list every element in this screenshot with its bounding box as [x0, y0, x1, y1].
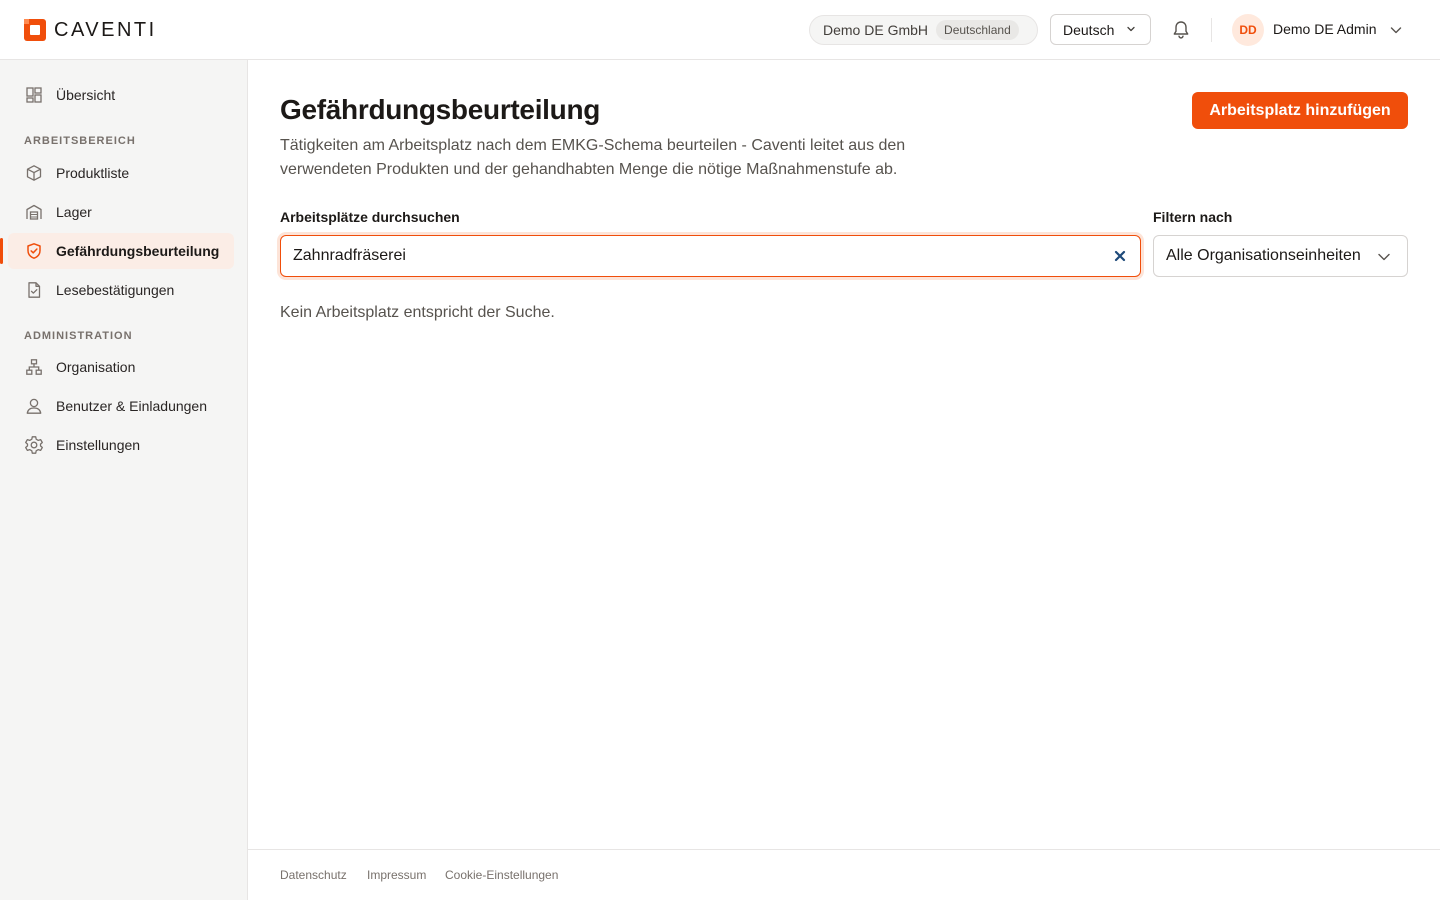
bell-icon[interactable] [1170, 19, 1192, 41]
search-input[interactable] [293, 236, 1103, 275]
chevron-down-icon [1127, 26, 1135, 32]
chevron-down-icon[interactable] [1389, 23, 1403, 37]
sidebar-item-label: Benutzer & Einladungen [56, 398, 207, 414]
box-icon [24, 163, 44, 183]
org-name: Demo DE GmbH [823, 22, 929, 38]
shield-check-icon [24, 241, 44, 261]
filter-value: Alle Organisationseinheiten [1166, 247, 1361, 264]
section-label-work: ARBEITSBEREICH [24, 135, 136, 147]
sidebar-item-label: Organisation [56, 359, 136, 375]
search-label: Arbeitsplätze durchsuchen [280, 209, 460, 225]
logo-icon [24, 19, 46, 41]
sidebar-item-products[interactable]: Produktliste [8, 155, 234, 191]
sidebar-item-overview[interactable]: Übersicht [8, 77, 234, 113]
sidebar-item-settings[interactable]: Einstellungen [8, 427, 234, 463]
document-check-icon [24, 280, 44, 300]
footer-link-imprint[interactable]: Impressum [367, 868, 426, 882]
user-name[interactable]: Demo DE Admin [1273, 21, 1376, 37]
sidebar-item-label: Produktliste [56, 165, 130, 181]
sidebar-item-label: Gefährdungsbeurteilung [56, 243, 220, 259]
sidebar: Übersicht ARBEITSBEREICH Produktliste La… [0, 60, 248, 900]
sidebar-item-label: Lesebestätigungen [56, 282, 175, 298]
user-icon [24, 396, 44, 416]
page-description: Tätigkeiten am Arbeitsplatz nach dem EMK… [280, 137, 906, 178]
dashboard-icon [24, 85, 44, 105]
header-divider [1211, 18, 1212, 42]
sidebar-item-label: Lager [56, 204, 92, 220]
organization-switcher[interactable]: Demo DE GmbH Deutschland [809, 15, 1038, 45]
sidebar-item-read-confirmations[interactable]: Lesebestätigungen [8, 272, 234, 308]
avatar[interactable]: DD [1232, 14, 1264, 46]
filter-select[interactable]: Alle Organisationseinheiten [1153, 235, 1408, 277]
add-workplace-button[interactable]: Arbeitsplatz hinzufügen [1192, 92, 1408, 129]
sidebar-item-risk-assessment[interactable]: Gefährdungsbeurteilung [0, 233, 234, 269]
page-title: Gefährdungsbeurteilung [280, 94, 601, 125]
search-field[interactable] [280, 235, 1141, 277]
gear-icon [24, 435, 44, 455]
sidebar-item-label: Einstellungen [56, 437, 141, 453]
clear-icon[interactable] [1112, 248, 1128, 264]
sidebar-item-label: Übersicht [56, 87, 116, 103]
language-select[interactable]: Deutsch [1050, 14, 1151, 45]
sidebar-item-users[interactable]: Benutzer & Einladungen [8, 388, 234, 424]
brand-name: CAVENTI [54, 18, 157, 41]
top-bar: CAVENTI Demo DE GmbH Deutschland Deutsch… [0, 0, 1440, 60]
footer-link-cookie-settings[interactable]: Cookie-Einstellungen [445, 868, 558, 882]
sidebar-item-organization[interactable]: Organisation [8, 349, 234, 385]
org-tree-icon [24, 357, 44, 377]
footer: Datenschutz Impressum Cookie-Einstellung… [248, 849, 1440, 900]
sidebar-item-storage[interactable]: Lager [8, 194, 234, 230]
warehouse-icon [24, 202, 44, 222]
brand-logo[interactable]: CAVENTI [24, 18, 157, 42]
chevron-down-icon [1378, 253, 1390, 261]
section-label-admin: ADMINISTRATION [24, 330, 133, 342]
footer-link-privacy[interactable]: Datenschutz [280, 868, 347, 882]
empty-state-message: Kein Arbeitsplatz entspricht der Suche. [280, 304, 555, 321]
org-country-badge: Deutschland [936, 20, 1019, 40]
filter-label: Filtern nach [1153, 209, 1233, 225]
language-value: Deutsch [1063, 21, 1115, 38]
